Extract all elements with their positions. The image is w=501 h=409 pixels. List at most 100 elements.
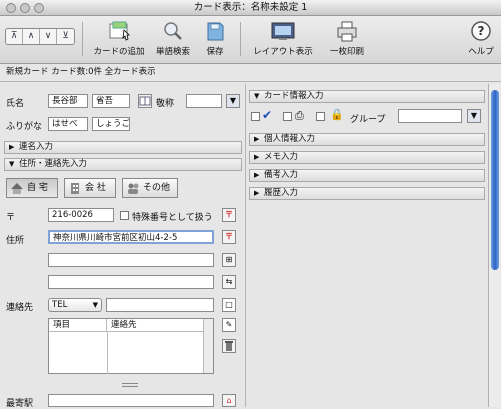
add-card-icon [106, 19, 132, 43]
group-field[interactable] [398, 109, 462, 123]
help-button[interactable]: ? ヘルプ [466, 19, 496, 57]
contact-type-select[interactable]: TEL ▼ [48, 298, 102, 312]
disclosure-down-icon: ▼ [254, 92, 260, 100]
panel-divider [245, 84, 246, 407]
zoom-window-button[interactable] [34, 3, 44, 13]
group-label: グループ [350, 115, 386, 125]
memo-section[interactable]: ▶ メモ入力 [249, 151, 485, 164]
card-navigation: ⊼ ∧ ∨ ⊻ [5, 28, 75, 45]
toolbar-separator [82, 22, 83, 56]
word-search-button[interactable]: 単語検索 [153, 19, 193, 57]
map-icon[interactable]: ⊞ [222, 253, 236, 267]
edit-pencil-icon[interactable]: ✎ [222, 318, 236, 332]
postal-lookup-icon[interactable]: 〒 [222, 208, 236, 222]
special-number-label: 特殊番号として扱う [132, 213, 213, 223]
resize-handle[interactable] [122, 383, 138, 387]
column-divider [107, 332, 108, 374]
disclosure-right-icon: ▶ [254, 171, 260, 179]
honorific-label: 敬称 [156, 99, 175, 109]
contact-table[interactable]: 項目 連絡先 [48, 318, 214, 374]
trash-icon[interactable] [222, 339, 236, 353]
mark-checkbox[interactable] [251, 112, 260, 121]
special-number-checkbox[interactable] [120, 211, 129, 220]
nearest-station-label: 最寄駅 [6, 399, 34, 409]
address-line3-field[interactable] [48, 275, 214, 289]
previous-card-button[interactable]: ∧ [23, 29, 40, 44]
address-type-tabs: 自 宅 会 社 その他 [6, 178, 186, 200]
layout-view-button[interactable]: レイアウト表示 [250, 19, 316, 57]
furigana-label: ふりがな [6, 122, 43, 132]
address-to-postal-icon[interactable]: 〒 [222, 230, 236, 244]
contact-label: 連絡先 [6, 303, 34, 313]
toolbar-separator [240, 22, 241, 56]
copy-address-icon[interactable]: ⇆ [222, 275, 236, 289]
window-controls [6, 3, 44, 13]
table-scrollbar[interactable] [203, 319, 213, 373]
save-icon [202, 19, 228, 43]
disclosure-right-icon: ▶ [254, 135, 260, 143]
joint-name-section[interactable]: ▶ 連名入力 [4, 141, 242, 154]
chevron-down-icon: ▼ [92, 301, 98, 309]
disclosure-down-icon: ▼ [9, 160, 15, 168]
minimize-window-button[interactable] [20, 3, 30, 13]
close-window-button[interactable] [6, 3, 16, 13]
tab-home[interactable]: 自 宅 [6, 178, 58, 198]
train-icon[interactable]: ⌂ [222, 394, 236, 407]
toolbar: ⊼ ∧ ∨ ⊻ カードの追加 単語検索 保存 レイアウト表示 一枚印刷 ? ヘル… [0, 16, 501, 64]
personal-info-section[interactable]: ▶ 個人情報入力 [249, 133, 485, 146]
family-name-field[interactable]: 長谷部 [48, 94, 88, 108]
home-icon [10, 182, 24, 195]
honorific-dropdown-icon[interactable]: ▼ [226, 94, 240, 108]
save-button[interactable]: 保存 [200, 19, 230, 57]
disclosure-right-icon: ▶ [254, 189, 260, 197]
column-header-contact[interactable]: 連絡先 [107, 319, 213, 331]
address-contact-section[interactable]: ▼ 住所・連絡先入力 [4, 158, 242, 171]
honorific-field[interactable] [186, 94, 222, 108]
given-name-field[interactable]: 省吾 [92, 94, 130, 108]
print-flag-icon: ⎙ [295, 109, 304, 122]
disclosure-right-icon: ▶ [254, 153, 260, 161]
book-icon[interactable] [138, 94, 152, 108]
group-dropdown-icon[interactable]: ▼ [467, 109, 481, 123]
status-line: 新規カード カード数:0件 全カード表示 [0, 64, 501, 82]
table-header: 項目 連絡先 [49, 319, 213, 332]
lock-icon: 🔒 [330, 108, 344, 121]
contact-value-field[interactable] [106, 298, 214, 312]
svg-text:?: ? [478, 24, 485, 38]
tab-other[interactable]: その他 [122, 178, 178, 198]
scrollbar-thumb[interactable] [491, 90, 499, 270]
window-title: カード表示：名称未設定 1 [193, 2, 308, 13]
furigana-family-field[interactable]: はせべ [48, 117, 88, 131]
single-print-button[interactable]: 一枚印刷 [324, 19, 370, 57]
last-card-button[interactable]: ⊻ [57, 29, 74, 44]
search-icon [160, 19, 186, 43]
notes-section[interactable]: ▶ 備考入力 [249, 169, 485, 182]
print-checkbox[interactable] [283, 112, 292, 121]
title-bar: カード表示：名称未設定 1 [0, 0, 501, 16]
building-icon [68, 182, 82, 195]
next-card-button[interactable]: ∨ [40, 29, 57, 44]
add-card-button[interactable]: カードの追加 [90, 19, 148, 57]
new-entry-icon[interactable]: □ [222, 298, 236, 312]
furigana-given-field[interactable]: しょうご [92, 117, 130, 131]
people-icon [126, 182, 140, 195]
layout-icon [270, 19, 296, 43]
first-card-button[interactable]: ⊼ [6, 29, 23, 44]
address-line1-field[interactable]: 神奈川県川崎市宮前区初山4-2-5 [48, 230, 214, 244]
address-label: 住所 [6, 236, 25, 246]
name-label: 氏名 [6, 99, 25, 109]
postal-label: 〒 [6, 213, 16, 223]
disclosure-right-icon: ▶ [9, 143, 15, 151]
printer-icon [334, 19, 360, 43]
status-text: 新規カード カード数:0件 全カード表示 [6, 67, 156, 77]
postal-code-field[interactable]: 216-0026 [48, 208, 114, 222]
vertical-scrollbar[interactable] [488, 84, 500, 407]
card-info-section[interactable]: ▼ カード情報入力 [249, 90, 485, 103]
column-header-item[interactable]: 項目 [49, 319, 107, 331]
history-section[interactable]: ▶ 履歴入力 [249, 187, 485, 200]
address-line2-field[interactable] [48, 253, 214, 267]
checkmark-icon: ✔ [262, 108, 273, 122]
tab-company[interactable]: 会 社 [64, 178, 116, 198]
nearest-station-field[interactable] [48, 394, 214, 407]
lock-checkbox[interactable] [316, 112, 325, 121]
